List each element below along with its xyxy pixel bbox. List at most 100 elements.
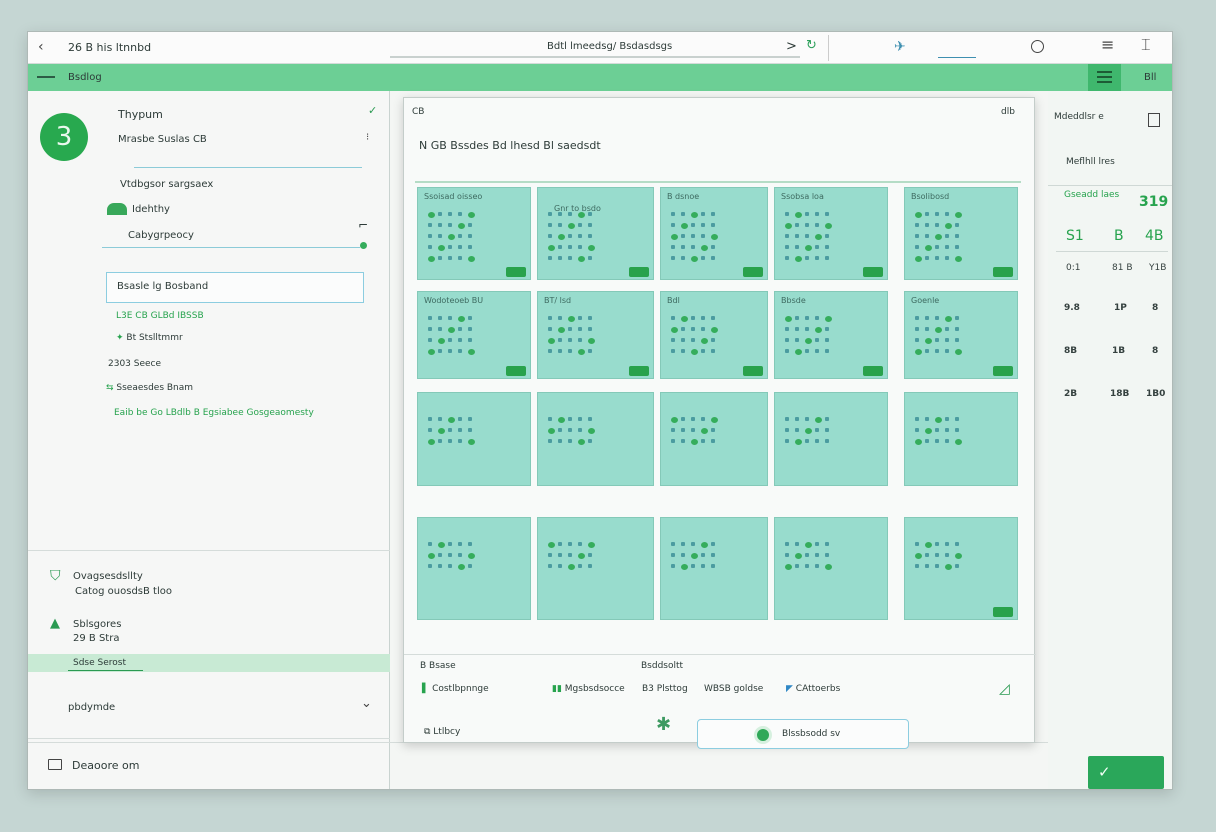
- confirm-button[interactable]: ✓: [1088, 756, 1164, 789]
- grid-cell: [558, 542, 562, 546]
- bottom-item-0[interactable]: ▌ Costlbpnnge: [422, 684, 489, 694]
- grid-cell: [785, 327, 789, 331]
- status-dot: [468, 212, 475, 218]
- status-dot: [691, 439, 698, 445]
- section-line-1[interactable]: ✦ Bt Stslltmmr: [116, 333, 183, 343]
- tile[interactable]: Wodoteoeb BU: [417, 291, 531, 379]
- arrow-icon: ⇆: [106, 383, 117, 393]
- tile[interactable]: [537, 392, 654, 486]
- menu-icon[interactable]: ≡: [1101, 37, 1114, 53]
- chevron-down-icon[interactable]: ⌄: [361, 697, 372, 710]
- sidebar-item-0[interactable]: Vtdbgsor sargsaex: [120, 179, 213, 190]
- tile[interactable]: [904, 392, 1018, 486]
- grid-cell: [568, 256, 572, 260]
- grid-cell: [438, 212, 442, 216]
- bottom-item-2[interactable]: B3 Plsttog: [642, 684, 688, 694]
- bug-icon[interactable]: ✱: [656, 716, 671, 734]
- bookmark-icon[interactable]: [1148, 113, 1160, 127]
- tile[interactable]: [660, 392, 768, 486]
- grid-cell: [935, 316, 939, 320]
- tile[interactable]: B dsnoe: [660, 187, 768, 280]
- status-dot: [815, 327, 822, 333]
- tile[interactable]: [660, 517, 768, 620]
- grid-cell: [458, 212, 462, 216]
- status-dot: [588, 245, 595, 251]
- section-line-4[interactable]: Eaib be Go LBdlb B Egsiabee Gosgeaomesty: [114, 408, 314, 418]
- tile[interactable]: [774, 517, 888, 620]
- tile[interactable]: Bdl: [660, 291, 768, 379]
- tile[interactable]: BT/ lsd: [537, 291, 654, 379]
- list-icon[interactable]: [1088, 64, 1121, 91]
- bottom-entry-0-title[interactable]: Ovagsesdsllty: [73, 571, 143, 582]
- more-icon[interactable]: ⁝: [366, 133, 369, 143]
- grid-cell: [701, 327, 705, 331]
- address-bar[interactable]: Bdtl lmeedsg/ Bsdasdsgs >: [390, 36, 800, 58]
- chevron-right-icon[interactable]: >: [786, 39, 797, 54]
- bottom-item-4[interactable]: ◤ CAttoerbs: [786, 684, 840, 694]
- grid-cell: [701, 439, 705, 443]
- grid-cell: [935, 553, 939, 557]
- tile[interactable]: [904, 517, 1018, 620]
- tile[interactable]: [417, 392, 531, 486]
- section-line-3[interactable]: ⇆ Sseaesdes Bnam: [106, 383, 193, 393]
- chevron-left-icon[interactable]: ‹: [38, 40, 44, 54]
- grid-cell: [438, 327, 442, 331]
- sidebar-item-2[interactable]: Cabygrpeocy: [128, 230, 194, 241]
- tile[interactable]: Ssoisad oisseo: [417, 187, 531, 280]
- tile[interactable]: Ssobsa loa: [774, 187, 888, 280]
- tile[interactable]: Bbsde: [774, 291, 888, 379]
- tile-badge: [743, 267, 763, 277]
- grid-cell: [671, 245, 675, 249]
- chat-input[interactable]: Blssbsodd sv: [697, 719, 909, 749]
- search-input[interactable]: Bsasle lg Bosband: [106, 272, 364, 303]
- tile[interactable]: [537, 517, 654, 620]
- status-dot: [578, 553, 585, 559]
- grid-cell: [815, 542, 819, 546]
- refresh-icon[interactable]: ↻: [806, 39, 817, 52]
- grid-cell: [671, 338, 675, 342]
- grid-cell: [945, 428, 949, 432]
- arrow-icon[interactable]: ⌐: [358, 218, 368, 232]
- grid-cell: [915, 564, 919, 568]
- status-dot: [448, 234, 455, 240]
- sidebar-item-1[interactable]: Idehthy: [132, 204, 170, 215]
- grid-cell: [468, 245, 472, 249]
- grid-cell: [805, 417, 809, 421]
- grid-cell: [428, 542, 432, 546]
- check-icon[interactable]: ✓: [368, 105, 377, 116]
- bottom-left-2[interactable]: ⧉ Ltlbcy: [424, 727, 460, 737]
- leaf-icon: ✦: [116, 333, 127, 343]
- folder-icon[interactable]: [48, 759, 62, 770]
- airplane-icon[interactable]: ✈: [894, 40, 906, 54]
- selected-row[interactable]: Sdse Serost: [28, 654, 390, 672]
- circle-icon[interactable]: [1031, 40, 1044, 53]
- tile[interactable]: Goenle: [904, 291, 1018, 379]
- footer-label[interactable]: Deaoore om: [72, 759, 139, 772]
- status-dot: [795, 553, 802, 559]
- edit-icon[interactable]: ◿: [999, 682, 1010, 696]
- tile[interactable]: [774, 392, 888, 486]
- tile[interactable]: Bsolibosd: [904, 187, 1018, 280]
- dropdown-label[interactable]: pbdymde: [68, 702, 115, 713]
- grid-cell: [578, 542, 582, 546]
- grid-cell: [815, 553, 819, 557]
- grid-cell: [428, 223, 432, 227]
- grid-cell: [588, 212, 592, 216]
- grid-cell: [568, 338, 572, 342]
- tile-badge: [506, 267, 526, 277]
- trash-icon[interactable]: ⌶: [1141, 37, 1151, 53]
- bottom-item-1[interactable]: ▮▮ Mgsbsdsocce: [552, 684, 625, 694]
- grid-cell: [458, 428, 462, 432]
- tile[interactable]: [417, 517, 531, 620]
- status-dot: [671, 234, 678, 240]
- grid-cell: [935, 564, 939, 568]
- profile-subtitle: Mrasbe Suslas CB: [118, 134, 207, 145]
- grid-cell: [935, 428, 939, 432]
- section-line-2[interactable]: 2303 Seece: [108, 359, 161, 369]
- grid-cell: [925, 256, 929, 260]
- grid-cell: [955, 564, 959, 568]
- bottom-entry-1-title[interactable]: Sblsgores: [73, 619, 121, 630]
- send-icon[interactable]: [754, 726, 772, 744]
- tile[interactable]: Gnr to bsdo: [537, 187, 654, 280]
- bottom-item-3[interactable]: WBSB goldse: [704, 684, 763, 694]
